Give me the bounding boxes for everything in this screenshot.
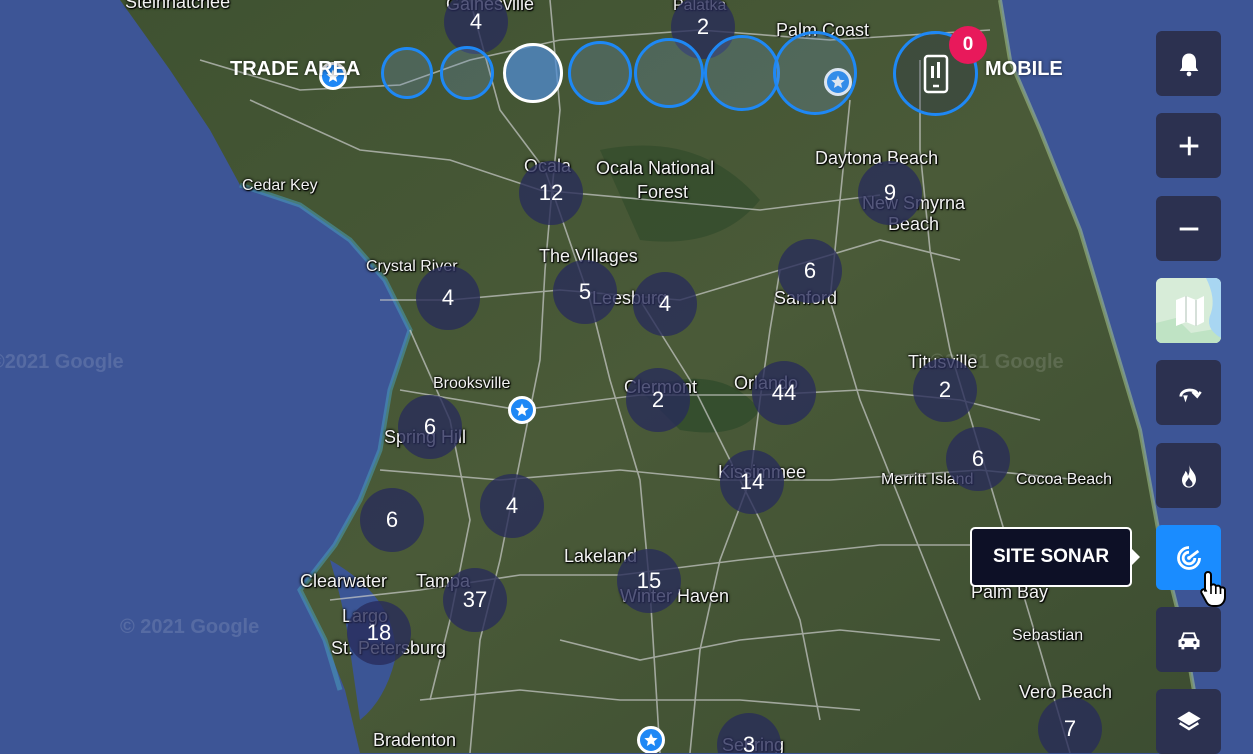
car-icon (1178, 631, 1199, 649)
trade-area-ring-4[interactable] (568, 41, 632, 105)
tooltip-arrow (1131, 548, 1140, 566)
flame-icon (1181, 463, 1196, 488)
map-cluster-marker[interactable]: 44 (752, 361, 816, 425)
place-label: Ocala National (596, 158, 715, 178)
map-cluster-marker[interactable]: 6 (360, 488, 424, 552)
layers-icon (1176, 711, 1201, 731)
map-watermark: © 2021 Google (120, 616, 260, 638)
map-cluster-marker[interactable]: 7 (1038, 697, 1102, 753)
map-cluster-marker[interactable]: 6 (946, 427, 1010, 491)
map-cluster-marker[interactable]: 2 (913, 358, 977, 422)
site-sonar-tooltip: SITE SONAR (970, 527, 1132, 587)
map-cluster-marker[interactable]: 9 (858, 161, 922, 225)
map-thumbnail-icon (1156, 278, 1221, 343)
layers-button[interactable] (1156, 689, 1221, 754)
route-button[interactable] (1156, 360, 1221, 425)
place-label: Sebastian (1012, 627, 1084, 644)
place-label: Cedar Key (242, 177, 318, 194)
map-cluster-marker[interactable]: 12 (519, 161, 583, 225)
place-label: Cocoa Beach (1016, 471, 1113, 488)
heatmap-button[interactable] (1156, 443, 1221, 508)
route-icon (1178, 388, 1202, 402)
map-cluster-marker[interactable]: 15 (617, 549, 681, 613)
trade-area-label: TRADE AREA (230, 58, 361, 80)
trade-area-ring-1[interactable] (381, 47, 433, 99)
plus-icon (1179, 136, 1198, 155)
map-cluster-marker[interactable]: 6 (398, 395, 462, 459)
satellite-map[interactable]: ©2021 Google © 2021 Google ©2021 Google … (0, 0, 1253, 753)
place-label: Forest (637, 182, 689, 202)
zoom-in-button[interactable] (1156, 113, 1221, 178)
map-cluster-marker[interactable]: 14 (720, 450, 784, 514)
notifications-button[interactable] (1156, 31, 1221, 96)
trade-area-ring-3[interactable] (503, 43, 563, 103)
trade-area-ring-6[interactable] (704, 35, 780, 111)
map-cluster-marker[interactable]: 6 (778, 239, 842, 303)
place-label: Clearwater (300, 571, 388, 591)
map-watermark: ©2021 Google (0, 351, 124, 373)
trade-area-ring-7[interactable] (773, 31, 857, 115)
location-star-pin[interactable] (637, 726, 665, 753)
minus-icon (1179, 227, 1198, 230)
location-star-pin[interactable] (508, 396, 536, 424)
trade-area-ring-2[interactable] (440, 46, 494, 100)
place-label: Brooksville (433, 375, 511, 392)
sonar-icon (1176, 545, 1201, 570)
trade-area-ring-5[interactable] (634, 38, 704, 108)
traffic-button[interactable] (1156, 607, 1221, 672)
bell-icon (1179, 53, 1198, 76)
map-cluster-marker[interactable]: 4 (416, 266, 480, 330)
hand-cursor-icon (1200, 570, 1226, 607)
map-cluster-marker[interactable]: 5 (553, 260, 617, 324)
star-icon (515, 403, 529, 416)
map-cluster-marker[interactable]: 4 (480, 474, 544, 538)
map-cluster-marker[interactable]: 18 (347, 601, 411, 665)
map-cluster-marker[interactable]: 2 (626, 368, 690, 432)
map-cluster-marker[interactable]: 37 (443, 568, 507, 632)
map-type-button[interactable] (1156, 278, 1221, 343)
zoom-out-button[interactable] (1156, 196, 1221, 261)
mobile-label: MOBILE (985, 58, 1063, 80)
place-label: Steinhatchee (125, 0, 231, 12)
place-label: Bradenton (373, 730, 457, 750)
smartphone-icon (923, 54, 948, 93)
map-cluster-marker[interactable]: 4 (633, 272, 697, 336)
star-icon (644, 733, 658, 746)
mobile-count-badge: 0 (949, 26, 987, 64)
